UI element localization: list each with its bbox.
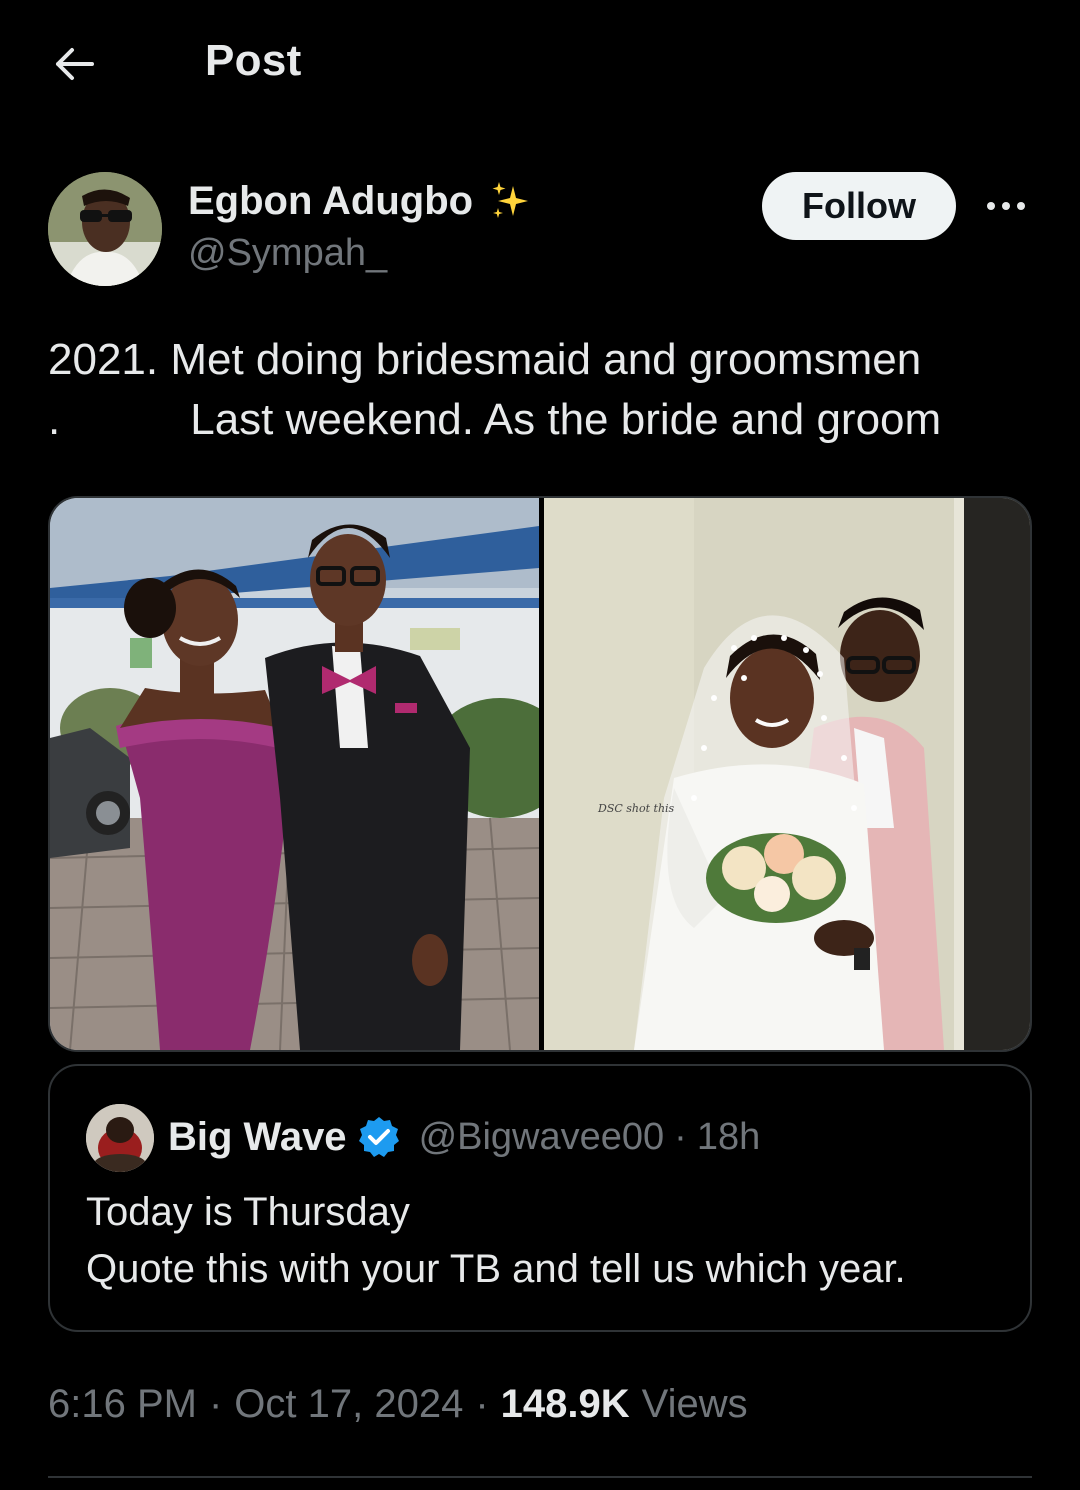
tweet-line-3: Last weekend. As the bride and groom bbox=[190, 395, 942, 444]
author-name-row[interactable]: Egbon Adugbo bbox=[188, 176, 533, 226]
photo-watermark: DSC shot this bbox=[597, 802, 675, 815]
arrow-left-icon bbox=[56, 48, 94, 80]
tweet-line-1: 2021. Met doing bridesmaid and groomsmen bbox=[48, 335, 922, 384]
verified-badge-icon bbox=[358, 1117, 399, 1157]
author-handle[interactable]: @Sympah_ bbox=[188, 232, 387, 275]
quote-avatar[interactable] bbox=[86, 1104, 154, 1172]
media-grid: DSC shot this bbox=[48, 496, 1032, 1052]
post-time[interactable]: 6:16 PM bbox=[48, 1382, 197, 1427]
photo-bride-groom[interactable]: DSC shot this bbox=[544, 498, 1030, 1050]
quote-author-name: Big Wave bbox=[168, 1114, 347, 1159]
post-date[interactable]: Oct 17, 2024 bbox=[234, 1382, 463, 1427]
post-meta: 6:16 PM · Oct 17, 2024 · 148.9K Views bbox=[48, 1378, 748, 1430]
quote-text: Today is Thursday Quote this with your T… bbox=[86, 1184, 1016, 1298]
quote-line-2: Quote this with your TB and tell us whic… bbox=[86, 1247, 906, 1291]
sparkles-icon bbox=[492, 182, 529, 218]
author-avatar[interactable] bbox=[48, 172, 162, 286]
back-button[interactable] bbox=[48, 40, 100, 88]
tweet-dot: . bbox=[48, 395, 61, 444]
meta-separator: · bbox=[475, 1381, 489, 1426]
follow-button[interactable]: Follow bbox=[762, 172, 956, 240]
quote-author-handle: @Bigwavee00 bbox=[418, 1115, 665, 1158]
views-label: Views bbox=[641, 1381, 748, 1426]
quote-header: Big Wave @Bigwavee00 · 18h bbox=[168, 1110, 760, 1164]
meta-separator: · bbox=[208, 1381, 223, 1426]
quote-separator: · bbox=[674, 1115, 687, 1158]
divider bbox=[48, 1476, 1032, 1478]
tweet-line-2: . Last weekend. As the bride and groom bbox=[48, 390, 1038, 450]
views-count: 148.9K bbox=[500, 1381, 630, 1426]
quote-line-1: Today is Thursday bbox=[86, 1190, 410, 1234]
photo-bridesmaid-groomsman[interactable] bbox=[50, 498, 539, 1050]
top-bar: Post bbox=[0, 0, 1080, 130]
page-title: Post bbox=[205, 36, 302, 85]
author-name[interactable]: Egbon Adugbo bbox=[188, 179, 473, 224]
quoted-post[interactable]: Big Wave @Bigwavee00 · 18h Today is Thur… bbox=[48, 1064, 1032, 1332]
more-button[interactable] bbox=[980, 186, 1032, 226]
quote-timestamp: 18h bbox=[696, 1115, 761, 1158]
more-horizontal-icon bbox=[987, 202, 1025, 210]
tweet-text: 2021. Met doing bridesmaid and groomsmen… bbox=[48, 330, 1038, 450]
